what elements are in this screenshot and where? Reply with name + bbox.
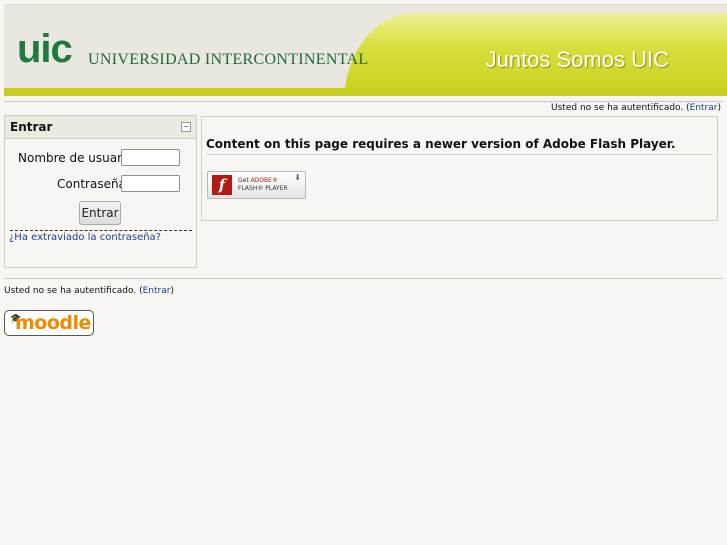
university-name: UNIVERSIDAD INTERCONTINENTAL [88,51,369,68]
badge-line1: Get ADOBE® [238,177,278,184]
adobe-flash-icon: f [212,175,232,195]
footer-divider [4,278,723,279]
login-block-title: Entrar [10,120,53,134]
header-slogan: Juntos Somos UIC [485,47,669,72]
login-info-close: ) [717,103,721,113]
login-link-top[interactable]: Entrar [690,103,718,113]
uic-logo[interactable]: uic [17,27,73,72]
forgot-password-link[interactable]: ¿Ha extraviado la contraseña? [9,232,161,243]
block-divider [10,230,192,231]
collapse-icon[interactable]: − [181,122,191,132]
get-flash-player-button[interactable]: f Get ADOBE® FLASH® PLAYER ⬇ [207,171,306,199]
site-header-banner: uic UNIVERSIDAD INTERCONTINENTAL Juntos … [4,4,727,96]
username-input[interactable] [121,149,180,166]
login-link-bottom[interactable]: Entrar [143,286,171,296]
password-input[interactable] [121,175,180,192]
login-info-top: Usted no se ha autentificado. (Entrar) [551,103,721,113]
login-block: Entrar − Nombre de usuario Contraseña En… [4,115,197,268]
header-divider [4,101,723,102]
download-arrow-icon: ⬇ [294,173,301,182]
username-label: Nombre de usuario [18,151,133,165]
moodle-logo[interactable]: 🎓 moodle [4,310,94,336]
login-info-close: ) [170,286,174,296]
login-block-header: Entrar − [5,116,196,139]
login-info-text: Usted no se ha autentificado. ( [4,286,143,296]
message-divider [206,154,713,155]
banner-band [4,88,727,96]
password-label: Contraseña [57,177,126,191]
badge-get: Get [238,177,251,184]
badge-line2: FLASH® PLAYER [238,185,288,192]
moodle-wordmark: moodle [15,312,91,334]
main-content: Content on this page requires a newer ve… [201,116,718,221]
login-info-bottom: Usted no se ha autentificado. (Entrar) [4,286,174,296]
login-info-text: Usted no se ha autentificado. ( [551,103,690,113]
badge-adobe: ADOBE® [250,177,278,184]
login-submit-button[interactable]: Entrar [79,201,121,225]
flash-required-message: Content on this page requires a newer ve… [206,137,676,151]
